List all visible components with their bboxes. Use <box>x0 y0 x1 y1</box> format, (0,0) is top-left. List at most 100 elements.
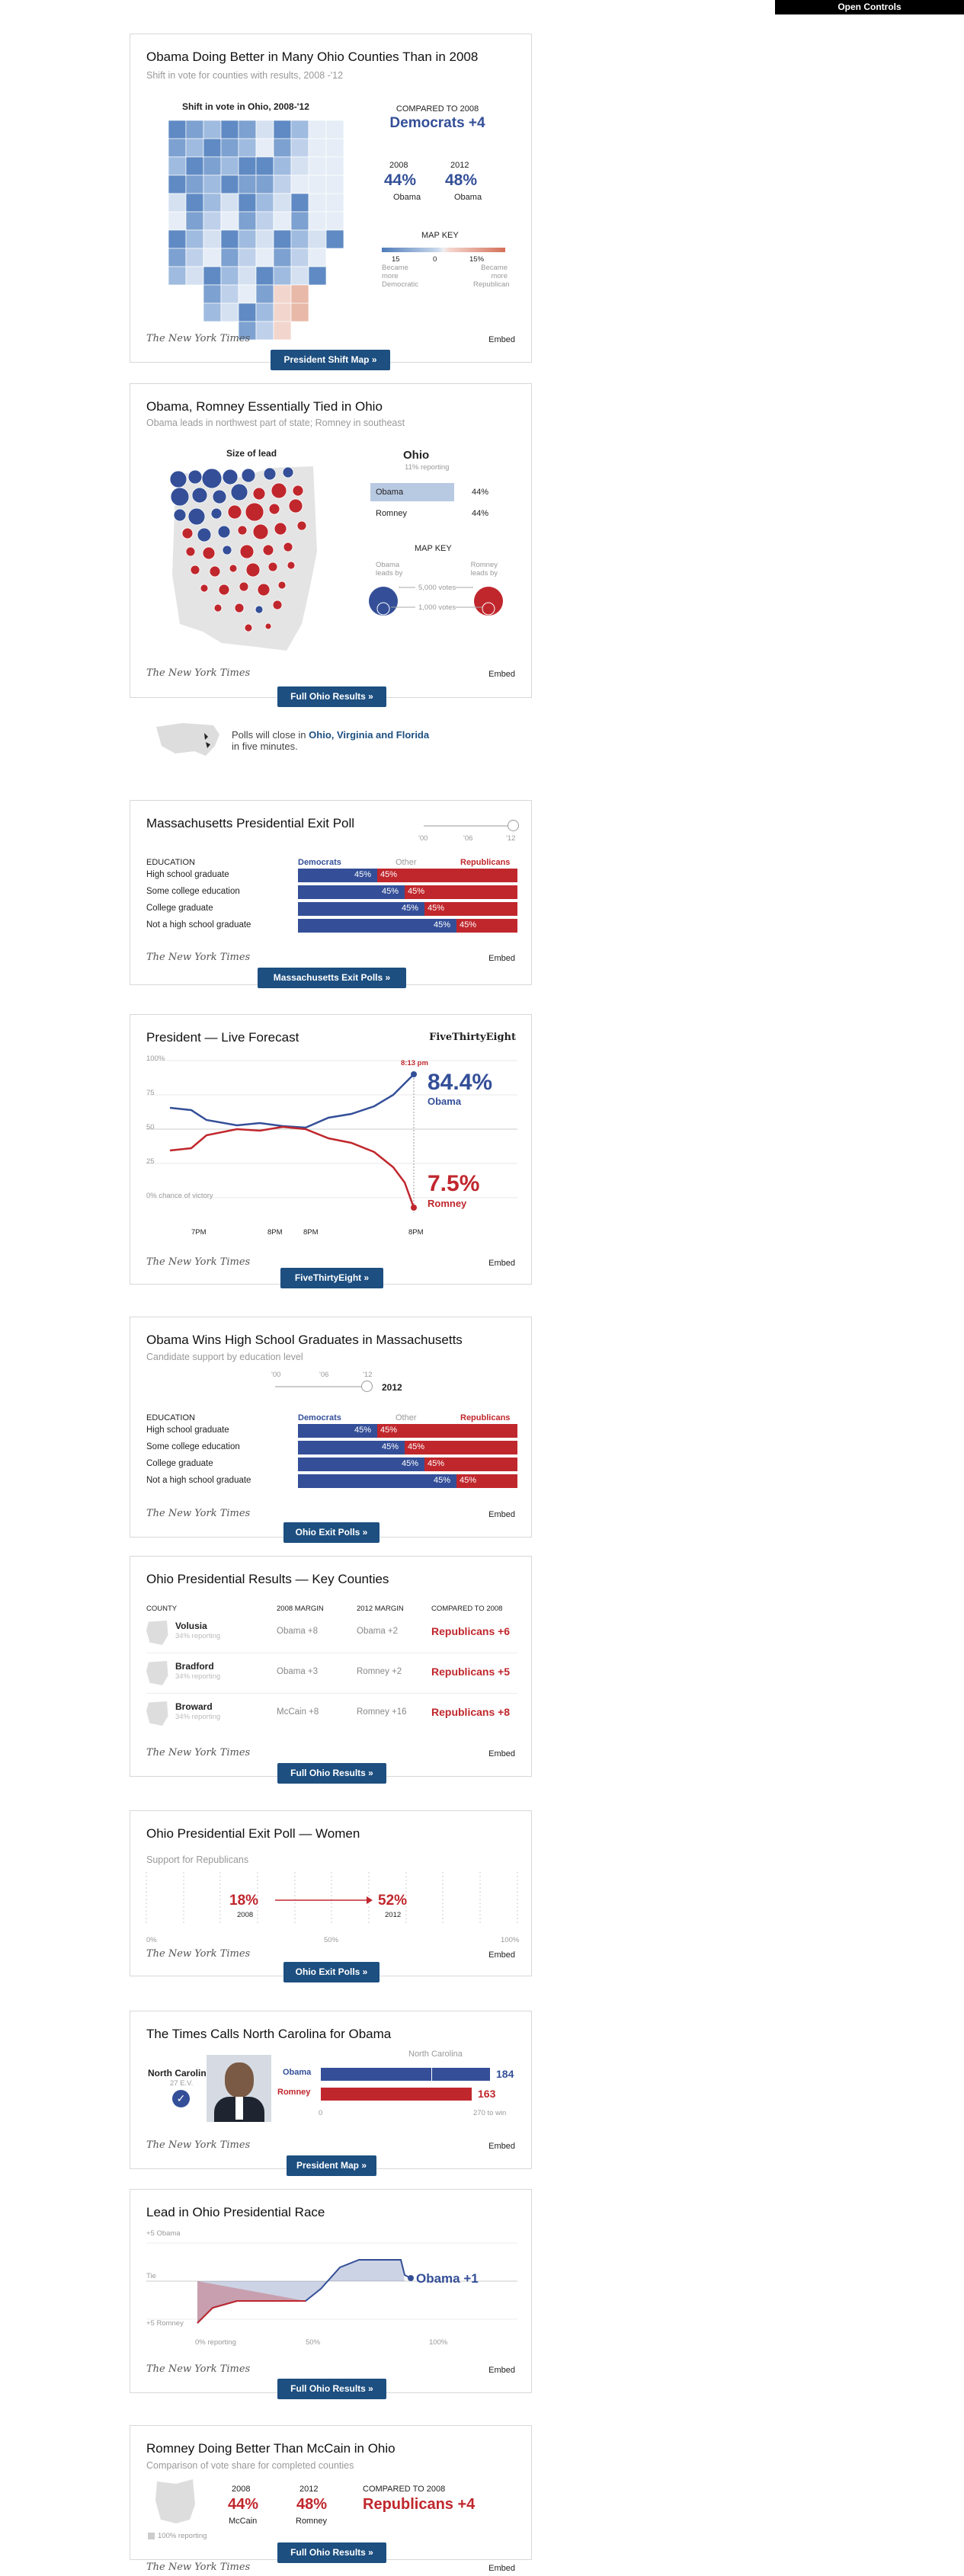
county-cell[interactable] <box>220 284 239 304</box>
president-shift-map-button[interactable]: President Shift Map » <box>271 350 390 370</box>
county-cell[interactable] <box>273 266 292 286</box>
county-cell[interactable] <box>203 302 222 322</box>
county-lead-bubble[interactable] <box>200 584 209 593</box>
county-cell[interactable] <box>238 138 257 158</box>
county-cell[interactable] <box>203 156 222 176</box>
president-map-button[interactable]: President Map » <box>287 2155 376 2176</box>
county-cell[interactable] <box>220 193 239 213</box>
mass-exit-polls-button[interactable]: Massachusetts Exit Polls » <box>258 968 406 988</box>
county-cell[interactable] <box>185 174 204 194</box>
county-cell[interactable] <box>290 211 309 231</box>
county-lead-bubble[interactable] <box>169 470 187 488</box>
county-cell[interactable] <box>255 266 274 286</box>
embed-link[interactable]: Embed <box>488 670 515 679</box>
county-cell[interactable] <box>308 138 327 158</box>
county-cell[interactable] <box>308 120 327 139</box>
county-cell[interactable] <box>220 248 239 267</box>
county-lead-bubble[interactable] <box>212 489 227 504</box>
county-cell[interactable] <box>238 248 257 267</box>
county-cell[interactable] <box>238 302 257 322</box>
county-cell[interactable] <box>325 156 344 176</box>
ohio-shift-map[interactable] <box>161 117 351 345</box>
county-lead-bubble[interactable] <box>272 600 283 610</box>
county-cell[interactable] <box>325 174 344 194</box>
county-lead-bubble[interactable] <box>218 584 230 596</box>
county-lead-bubble[interactable] <box>244 623 253 632</box>
county-lead-bubble[interactable] <box>181 527 194 539</box>
county-lead-bubble[interactable] <box>237 525 248 536</box>
county-lead-bubble[interactable] <box>234 603 245 613</box>
county-cell[interactable] <box>290 284 309 304</box>
county-cell[interactable] <box>308 193 327 213</box>
county-cell[interactable] <box>220 302 239 322</box>
county-cell[interactable] <box>308 174 327 194</box>
county-cell[interactable] <box>238 229 257 249</box>
county-lead-bubble[interactable] <box>252 487 266 501</box>
county-lead-bubble[interactable] <box>239 544 255 559</box>
embed-link[interactable]: Embed <box>488 2564 515 2573</box>
county-cell[interactable] <box>290 302 309 322</box>
county-cell[interactable] <box>273 211 292 231</box>
county-cell[interactable] <box>185 248 204 267</box>
county-cell[interactable] <box>273 284 292 304</box>
county-cell[interactable] <box>168 174 187 194</box>
embed-link[interactable]: Embed <box>488 1749 515 1758</box>
full-ohio-results-button[interactable]: Full Ohio Results » <box>277 2379 386 2399</box>
county-lead-bubble[interactable] <box>288 498 303 514</box>
states-link[interactable]: Ohio, Virginia and Florida <box>309 729 429 741</box>
county-cell[interactable] <box>325 120 344 139</box>
county-lead-bubble[interactable] <box>170 487 190 507</box>
county-cell[interactable] <box>273 120 292 139</box>
county-cell[interactable] <box>220 120 239 139</box>
county-cell[interactable] <box>255 174 274 194</box>
county-lead-bubble[interactable] <box>173 508 187 522</box>
county-lead-bubble[interactable] <box>296 520 307 531</box>
year-slider[interactable] <box>275 1386 370 1387</box>
county-lead-bubble[interactable] <box>187 507 206 526</box>
county-lead-bubble[interactable] <box>282 466 294 478</box>
county-cell[interactable] <box>325 193 344 213</box>
embed-link[interactable]: Embed <box>488 1510 515 1519</box>
county-cell[interactable] <box>255 302 274 322</box>
county-lead-bubble[interactable] <box>292 485 304 497</box>
county-cell[interactable] <box>255 193 274 213</box>
county-cell[interactable] <box>168 248 187 267</box>
county-cell[interactable] <box>290 248 309 267</box>
county-cell[interactable] <box>308 266 327 286</box>
county-cell[interactable] <box>185 120 204 139</box>
county-cell[interactable] <box>168 266 187 286</box>
county-cell[interactable] <box>168 193 187 213</box>
county-cell[interactable] <box>203 174 222 194</box>
county-cell[interactable] <box>203 248 222 267</box>
embed-link[interactable]: Embed <box>488 954 515 963</box>
county-cell[interactable] <box>238 193 257 213</box>
county-cell[interactable] <box>168 229 187 249</box>
slider-handle[interactable] <box>361 1381 373 1392</box>
county-cell[interactable] <box>273 174 292 194</box>
county-cell[interactable] <box>273 156 292 176</box>
year-12[interactable]: '12 <box>506 834 515 843</box>
county-cell[interactable] <box>290 138 309 158</box>
county-lead-bubble[interactable] <box>267 562 278 572</box>
county-cell[interactable] <box>203 138 222 158</box>
year-12[interactable]: '12 <box>363 1371 372 1379</box>
county-cell[interactable] <box>185 138 204 158</box>
county-cell[interactable] <box>255 211 274 231</box>
full-ohio-results-button[interactable]: Full Ohio Results » <box>277 2542 386 2563</box>
county-cell[interactable] <box>203 120 222 139</box>
county-cell[interactable] <box>273 248 292 267</box>
county-cell[interactable] <box>273 193 292 213</box>
county-lead-bubble[interactable] <box>262 544 274 556</box>
county-cell[interactable] <box>185 156 204 176</box>
county-cell[interactable] <box>273 321 292 341</box>
county-lead-bubble[interactable] <box>287 561 296 570</box>
county-cell[interactable] <box>168 138 187 158</box>
county-lead-bubble[interactable] <box>268 503 280 515</box>
fivethirtyeight-button[interactable]: FiveThirtyEight » <box>280 1268 383 1288</box>
county-cell[interactable] <box>238 211 257 231</box>
county-lead-bubble[interactable] <box>245 562 261 578</box>
county-cell[interactable] <box>238 266 257 286</box>
county-cell[interactable] <box>185 266 204 286</box>
county-cell[interactable] <box>255 138 274 158</box>
embed-link[interactable]: Embed <box>488 1950 515 1960</box>
